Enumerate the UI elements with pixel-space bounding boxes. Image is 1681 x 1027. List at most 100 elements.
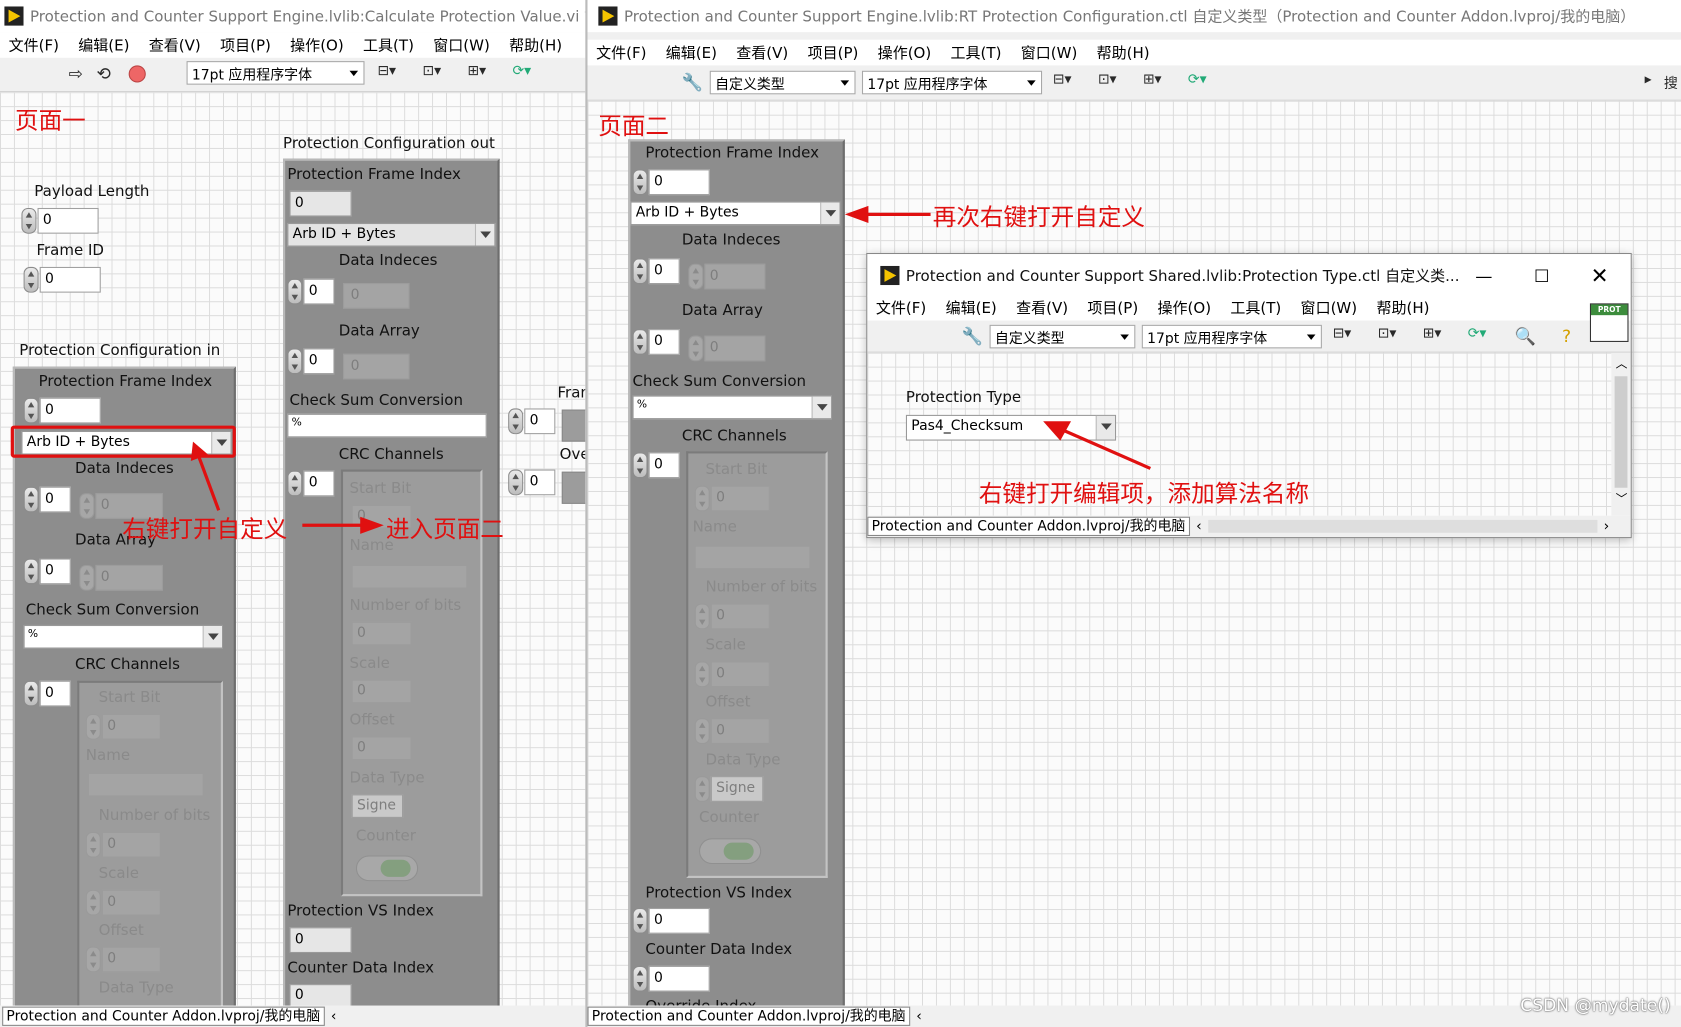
num-bits[interactable]: 0 [694, 603, 770, 630]
config-in-checksum-ring[interactable]: % [23, 624, 223, 649]
config-in-name-field[interactable] [87, 772, 204, 797]
chevron-down-icon[interactable] [811, 396, 831, 419]
scale[interactable]: 0 [694, 661, 770, 688]
window-title-bar[interactable]: Protection and Counter Support Engine.lv… [587, 0, 1681, 33]
config-in-offset[interactable]: 0 [85, 946, 161, 973]
font-select[interactable]: 17pt 应用程序字体 [186, 61, 365, 85]
menu-project[interactable]: 项目(P) [808, 42, 859, 63]
config-out-crc-index-value[interactable]: 0 [303, 470, 335, 497]
reorder-icon[interactable]: ⟳▾ [1468, 326, 1500, 347]
search-icon[interactable]: 🔍 [1515, 326, 1547, 347]
menu-file[interactable]: 文件(F) [596, 42, 646, 63]
font-select[interactable]: 17pt 应用程序字体 [861, 70, 1043, 95]
menu-tools[interactable]: 工具(T) [951, 42, 1002, 63]
horizontal-scrollbar[interactable] [1208, 519, 1598, 533]
menu-window[interactable]: 窗口(W) [1301, 297, 1358, 318]
offset[interactable]: 0 [694, 718, 770, 744]
menu-view[interactable]: 查看(V) [1016, 297, 1068, 318]
resize-objects-icon[interactable]: ⊞▾ [467, 63, 499, 84]
config-in-data-indeces-index[interactable]: 0 [23, 486, 71, 513]
config-out-data-indeces-index[interactable]: 0 [287, 278, 335, 305]
scroll-left-icon[interactable]: ‹ [1196, 518, 1202, 534]
vs-index-control[interactable]: 0 [632, 907, 710, 934]
data-indeces-index-value[interactable]: 0 [648, 258, 680, 285]
menu-help[interactable]: 帮助(H) [1376, 297, 1429, 318]
config-in-crc-index-value[interactable]: 0 [39, 680, 71, 707]
menu-view[interactable]: 查看(V) [149, 34, 201, 55]
frame-index-control[interactable]: 0 [632, 169, 710, 196]
counter-index-value[interactable]: 0 [648, 965, 710, 992]
project-path[interactable]: Protection and Counter Addon.lvproj/我的电脑 [2, 1006, 325, 1026]
menu-operate[interactable]: 操作(O) [290, 34, 344, 55]
type-select[interactable]: 自定义类型 [709, 70, 856, 95]
distribute-objects-icon[interactable]: ⊡▾ [1378, 326, 1410, 347]
vi-icon[interactable]: PROT LIB [1589, 303, 1629, 342]
vertical-scrollbar[interactable]: ︿ ﹀ [1611, 352, 1631, 516]
menu-edit[interactable]: 编辑(E) [78, 34, 129, 55]
config-out-data-indeces-index-value[interactable]: 0 [303, 278, 335, 305]
menu-edit[interactable]: 编辑(E) [946, 297, 997, 318]
data-array-index[interactable]: 0 [632, 329, 680, 355]
partial-control-1[interactable]: 0 [508, 408, 556, 435]
menu-help[interactable]: 帮助(H) [1097, 42, 1150, 63]
partial-value-1[interactable]: 0 [524, 408, 556, 435]
close-button[interactable]: ✕ [1575, 259, 1624, 291]
chevron-down-icon[interactable] [202, 626, 222, 648]
search-hint[interactable]: 搜 [1664, 72, 1681, 93]
menu-project[interactable]: 项目(P) [220, 34, 271, 55]
menu-window[interactable]: 窗口(W) [433, 34, 490, 55]
config-in-data-indeces-index-value[interactable]: 0 [39, 486, 71, 513]
config-in-crc-index[interactable]: 0 [23, 680, 71, 707]
menu-file[interactable]: 文件(F) [876, 297, 926, 318]
config-out-data-array-index[interactable]: 0 [287, 348, 335, 375]
config-out-crc-index[interactable]: 0 [287, 470, 335, 497]
window-title-bar[interactable]: Protection and Counter Support Engine.lv… [0, 0, 586, 33]
menu-operate[interactable]: 操作(O) [1157, 297, 1211, 318]
counter-led[interactable] [699, 838, 762, 865]
run-continuously-icon[interactable]: ⟲ [96, 63, 128, 84]
menu-operate[interactable]: 操作(O) [878, 42, 932, 63]
project-path[interactable]: Protection and Counter Addon.lvproj/我的电脑 [867, 516, 1190, 536]
config-in-frame-index-value[interactable]: 0 [39, 397, 101, 424]
distribute-objects-icon[interactable]: ⊡▾ [1098, 72, 1130, 93]
menu-file[interactable]: 文件(F) [9, 34, 59, 55]
checksum-ring[interactable]: % [632, 395, 832, 420]
config-in-data-array-index[interactable]: 0 [23, 558, 71, 585]
frame-id-control[interactable]: 0 [23, 266, 101, 293]
frame-index-value[interactable]: 0 [648, 169, 710, 196]
type-select[interactable]: 自定义类型 [989, 324, 1136, 349]
align-objects-icon[interactable]: ⊟▾ [1053, 72, 1085, 93]
scroll-up-icon[interactable]: ︿ [1616, 355, 1628, 372]
resize-objects-icon[interactable]: ⊞▾ [1143, 72, 1175, 93]
minimize-button[interactable]: — [1459, 259, 1508, 291]
vs-index-value[interactable]: 0 [648, 907, 710, 934]
data-array-element[interactable]: 0 [688, 335, 766, 362]
menu-tools[interactable]: 工具(T) [1230, 297, 1281, 318]
menu-project[interactable]: 项目(P) [1087, 297, 1138, 318]
menu-tools[interactable]: 工具(T) [363, 34, 414, 55]
config-in-start-bit[interactable]: 0 [85, 713, 161, 740]
config-out-data-array-index-value[interactable]: 0 [303, 348, 335, 375]
frame-id-value[interactable]: 0 [39, 266, 101, 293]
config-in-frame-index-control[interactable]: 0 [23, 397, 101, 424]
align-objects-icon[interactable]: ⊟▾ [377, 63, 409, 84]
maximize-button[interactable]: ☐ [1517, 259, 1566, 291]
resize-objects-icon[interactable]: ⊞▾ [1423, 326, 1455, 347]
reorder-icon[interactable]: ⟳▾ [1188, 72, 1220, 93]
scroll-left-icon[interactable]: ‹ [916, 1008, 922, 1024]
start-bit[interactable]: 0 [694, 485, 770, 512]
chevron-down-icon[interactable] [820, 202, 840, 225]
partial-value-2[interactable]: 0 [524, 469, 556, 496]
config-in-data-array-index-value[interactable]: 0 [39, 558, 71, 585]
config-in-scale[interactable]: 0 [85, 889, 161, 916]
menu-window[interactable]: 窗口(W) [1021, 42, 1078, 63]
data-array-index-value[interactable]: 0 [648, 329, 680, 355]
distribute-objects-icon[interactable]: ⊡▾ [422, 63, 454, 84]
counter-index-control[interactable]: 0 [632, 965, 710, 992]
abort-icon[interactable] [128, 65, 146, 83]
font-select[interactable]: 17pt 应用程序字体 [1141, 324, 1322, 349]
partial-control-2[interactable]: 0 [508, 469, 556, 496]
config-in-num-bits[interactable]: 0 [85, 831, 161, 858]
data-indeces-element[interactable]: 0 [688, 263, 766, 290]
menu-view[interactable]: 查看(V) [736, 42, 788, 63]
